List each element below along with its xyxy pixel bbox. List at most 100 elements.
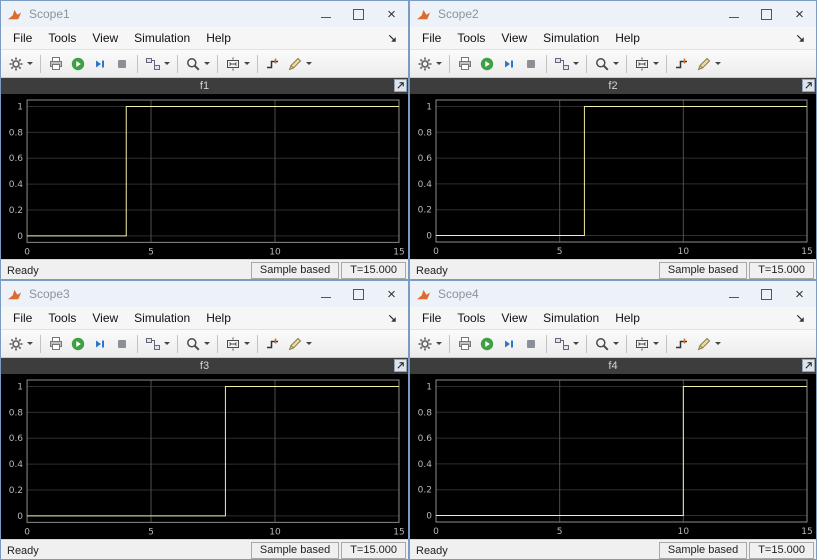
dropdown-caret-icon[interactable] [306,62,312,65]
titlebar[interactable]: Scope2 × [410,1,816,27]
dropdown-caret-icon[interactable] [715,62,721,65]
menu-file[interactable]: File [5,29,40,47]
zoom-icon[interactable] [591,334,622,354]
dropdown-caret-icon[interactable] [653,62,659,65]
settings-gear-icon[interactable] [414,334,445,354]
close-button[interactable]: × [783,281,816,307]
dock-arrow-icon[interactable] [795,313,806,324]
menu-file[interactable]: File [414,309,449,327]
signal-selector-icon[interactable] [551,54,582,74]
dropdown-caret-icon[interactable] [244,342,250,345]
print-icon[interactable] [454,54,476,74]
dropdown-caret-icon[interactable] [613,342,619,345]
dock-arrow-icon[interactable] [387,33,398,44]
menu-view[interactable]: View [493,309,535,327]
menu-help[interactable]: Help [198,29,239,47]
menu-simulation[interactable]: Simulation [535,309,607,327]
menu-help[interactable]: Help [607,309,648,327]
close-button[interactable]: × [783,1,816,27]
maximize-button[interactable] [750,281,783,307]
fit-view-icon[interactable] [222,54,253,74]
step-forward-icon[interactable] [89,334,111,354]
dropdown-caret-icon[interactable] [204,62,210,65]
run-icon[interactable] [67,334,89,354]
maximize-button[interactable] [750,1,783,27]
fit-view-icon[interactable] [631,334,662,354]
menu-file[interactable]: File [5,309,40,327]
expand-plot-icon[interactable] [394,359,407,372]
expand-plot-icon[interactable] [394,79,407,92]
signal-selector-icon[interactable] [142,54,173,74]
zoom-icon[interactable] [591,54,622,74]
dropdown-caret-icon[interactable] [573,342,579,345]
menu-tools[interactable]: Tools [449,309,493,327]
titlebar[interactable]: Scope4 × [410,281,816,307]
dropdown-caret-icon[interactable] [306,342,312,345]
settings-gear-icon[interactable] [414,54,445,74]
dropdown-caret-icon[interactable] [436,342,442,345]
measurements-icon[interactable] [693,334,724,354]
measurements-icon[interactable] [284,334,315,354]
menu-view[interactable]: View [84,309,126,327]
menu-view[interactable]: View [84,29,126,47]
measurements-icon[interactable] [284,54,315,74]
step-forward-icon[interactable] [89,54,111,74]
dropdown-caret-icon[interactable] [244,62,250,65]
dock-arrow-icon[interactable] [387,313,398,324]
menu-simulation[interactable]: Simulation [126,309,198,327]
dropdown-caret-icon[interactable] [436,62,442,65]
menu-tools[interactable]: Tools [40,309,84,327]
menu-simulation[interactable]: Simulation [126,29,198,47]
signal-selector-icon[interactable] [551,334,582,354]
run-icon[interactable] [476,334,498,354]
zoom-icon[interactable] [182,54,213,74]
step-forward-icon[interactable] [498,334,520,354]
expand-plot-icon[interactable] [802,359,815,372]
dropdown-caret-icon[interactable] [204,342,210,345]
trigger-icon[interactable] [671,334,693,354]
minimize-button[interactable] [717,1,750,27]
dropdown-caret-icon[interactable] [164,62,170,65]
trigger-icon[interactable] [671,54,693,74]
titlebar[interactable]: Scope1 × [1,1,408,27]
dropdown-caret-icon[interactable] [27,62,33,65]
dropdown-caret-icon[interactable] [613,62,619,65]
fit-view-icon[interactable] [631,54,662,74]
close-button[interactable]: × [375,1,408,27]
menu-help[interactable]: Help [607,29,648,47]
minimize-button[interactable] [717,281,750,307]
trigger-icon[interactable] [262,334,284,354]
menu-view[interactable]: View [493,29,535,47]
zoom-icon[interactable] [182,334,213,354]
menu-help[interactable]: Help [198,309,239,327]
run-icon[interactable] [476,54,498,74]
run-icon[interactable] [67,54,89,74]
step-forward-icon[interactable] [498,54,520,74]
stop-icon[interactable] [520,334,542,354]
dropdown-caret-icon[interactable] [653,342,659,345]
maximize-button[interactable] [342,1,375,27]
minimize-button[interactable] [309,1,342,27]
close-button[interactable]: × [375,281,408,307]
minimize-button[interactable] [309,281,342,307]
expand-plot-icon[interactable] [802,79,815,92]
print-icon[interactable] [454,334,476,354]
titlebar[interactable]: Scope3 × [1,281,408,307]
menu-tools[interactable]: Tools [449,29,493,47]
signal-selector-icon[interactable] [142,334,173,354]
measurements-icon[interactable] [693,54,724,74]
stop-icon[interactable] [520,54,542,74]
menu-tools[interactable]: Tools [40,29,84,47]
menu-file[interactable]: File [414,29,449,47]
fit-view-icon[interactable] [222,334,253,354]
settings-gear-icon[interactable] [5,334,36,354]
menu-simulation[interactable]: Simulation [535,29,607,47]
dropdown-caret-icon[interactable] [715,342,721,345]
maximize-button[interactable] [342,281,375,307]
settings-gear-icon[interactable] [5,54,36,74]
print-icon[interactable] [45,54,67,74]
stop-icon[interactable] [111,334,133,354]
stop-icon[interactable] [111,54,133,74]
dropdown-caret-icon[interactable] [164,342,170,345]
dropdown-caret-icon[interactable] [573,62,579,65]
